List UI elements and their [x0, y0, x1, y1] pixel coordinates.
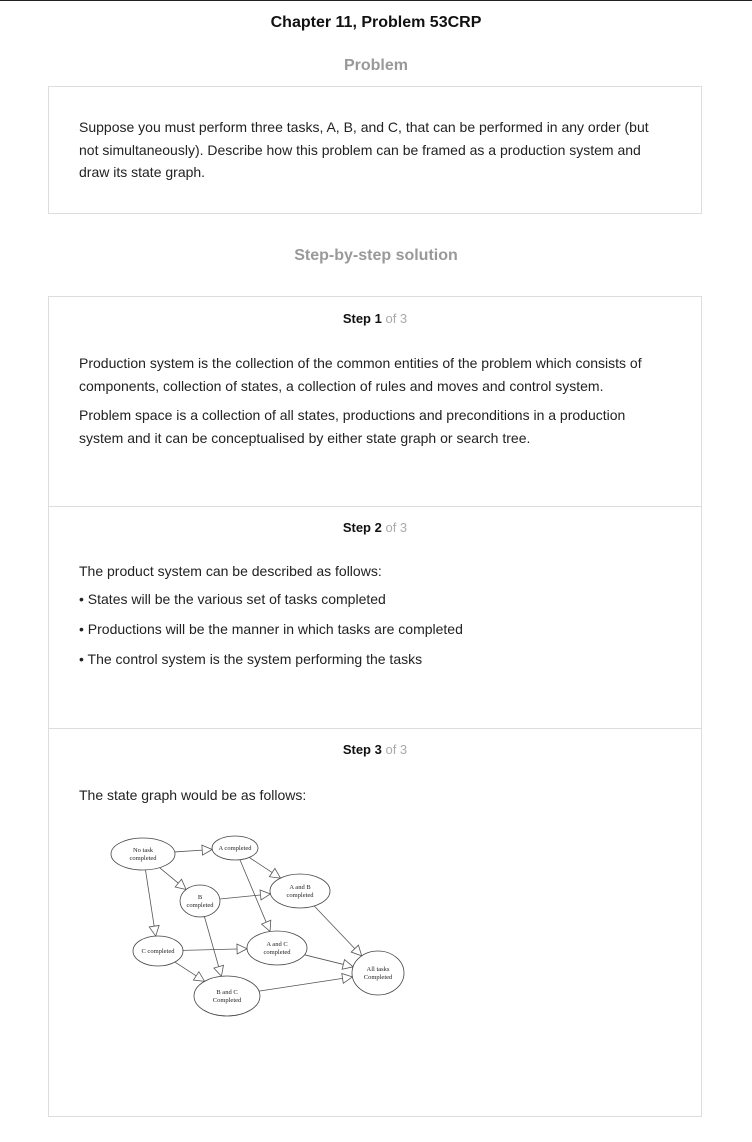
arrowhead	[192, 970, 206, 982]
state-label: A and C	[266, 941, 287, 948]
arrowhead	[201, 844, 214, 856]
state-node-b	[179, 884, 221, 918]
state-label: All tasks	[367, 966, 390, 973]
arrowhead	[213, 964, 224, 978]
state-node-all	[351, 950, 405, 996]
state-label: A completed	[218, 845, 252, 852]
state-label: completed	[263, 949, 291, 956]
state-node-ab	[269, 873, 331, 909]
arrowhead	[174, 878, 187, 891]
state-label: No task	[133, 847, 154, 854]
arrowhead	[260, 919, 272, 933]
state-node-ac	[246, 930, 308, 966]
arrowhead	[148, 924, 160, 937]
state-graph: No taskcompletedA completedBcompletedA a…	[110, 835, 405, 1017]
state-label: C completed	[141, 948, 175, 955]
state-node-none	[110, 837, 176, 871]
edge-bc-all	[258, 976, 353, 992]
state-label: B and C	[216, 989, 237, 996]
state-label: B	[198, 894, 203, 901]
state-label: A and B	[289, 884, 311, 891]
state-node-bc	[193, 975, 261, 1017]
state-label: Completed	[213, 997, 242, 1004]
arrowhead	[268, 867, 282, 879]
arrowhead	[341, 958, 354, 970]
state-label: completed	[186, 902, 214, 909]
state-label: Completed	[364, 974, 393, 981]
state-label: completed	[129, 855, 157, 862]
arrowhead	[341, 972, 354, 985]
arrowhead	[259, 889, 272, 901]
arrowhead	[236, 943, 248, 955]
state-label: completed	[286, 892, 314, 899]
